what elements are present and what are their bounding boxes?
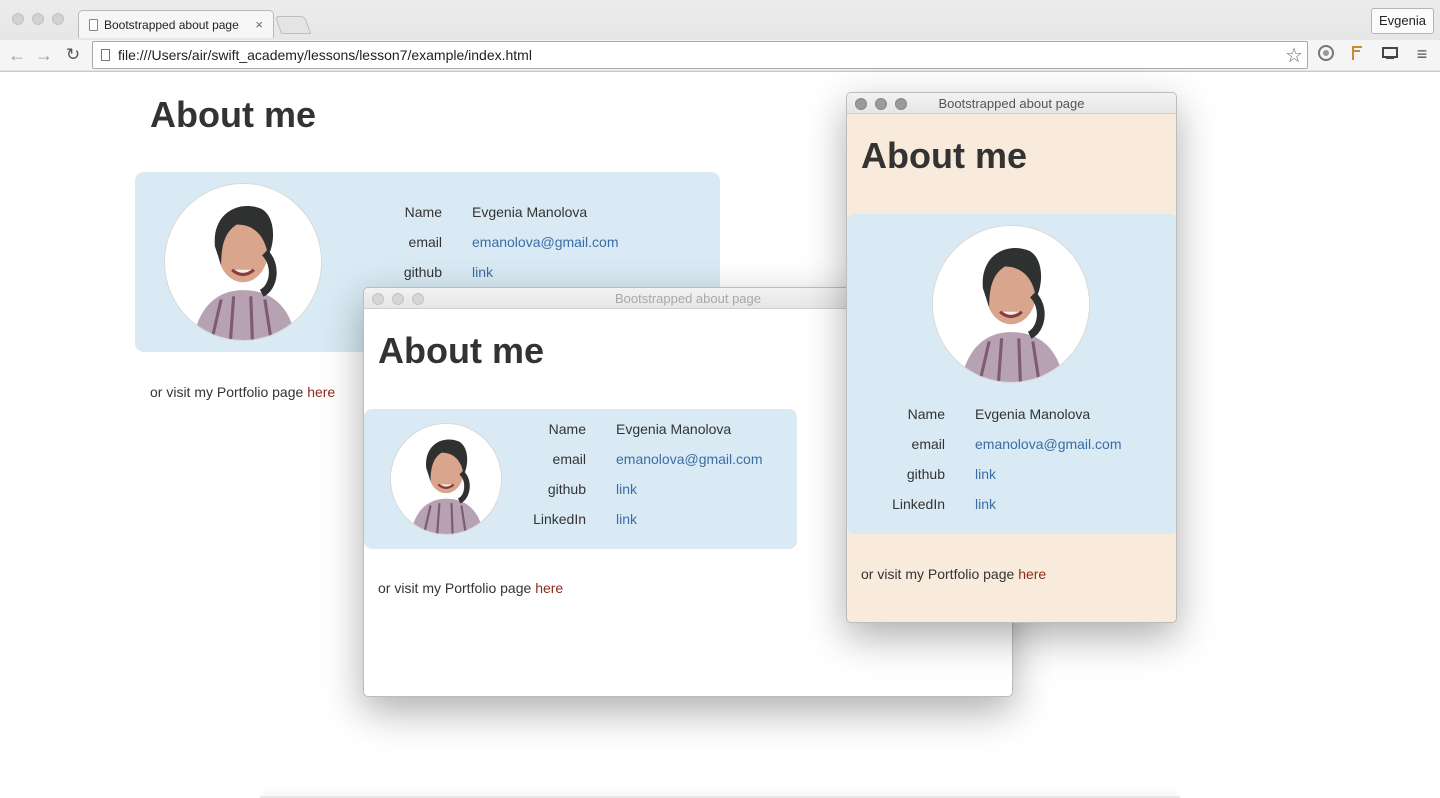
- cast-icon[interactable]: [1380, 44, 1400, 64]
- info-row-email: email emanolova@gmail.com: [887, 429, 1122, 459]
- zoom-window-icon[interactable]: [412, 293, 424, 305]
- info-row-linkedin: LinkedIn link: [887, 489, 1122, 519]
- info-row-github: github link: [524, 474, 763, 504]
- name-label: Name: [404, 204, 442, 220]
- portfolio-text: or visit my Portfolio page: [150, 384, 304, 400]
- name-value: Evgenia Manolova: [616, 421, 732, 437]
- info-row-github: github link: [887, 459, 1122, 489]
- avatar: [390, 423, 502, 535]
- info-row-name: Name Evgenia Manolova: [385, 197, 619, 227]
- close-window-icon[interactable]: [855, 98, 867, 110]
- portfolio-line: or visit my Portfolio page here: [861, 566, 1046, 582]
- email-link[interactable]: emanolova@gmail.com: [975, 436, 1122, 452]
- github-link[interactable]: link: [975, 466, 996, 482]
- portfolio-line: or visit my Portfolio page here: [378, 580, 563, 596]
- toolbar: ← → ↻ file:///Users/air/swift_academy/le…: [0, 40, 1440, 70]
- page-title: About me: [861, 135, 1027, 176]
- tab-about-page[interactable]: Bootstrapped about page ×: [78, 10, 274, 38]
- portfolio-link[interactable]: here: [1018, 566, 1046, 582]
- info-row-email: email emanolova@gmail.com: [385, 227, 619, 257]
- url-text[interactable]: file:///Users/air/swift_academy/lessons/…: [118, 47, 1285, 63]
- minimize-window-icon[interactable]: [875, 98, 887, 110]
- github-label: github: [906, 466, 945, 482]
- linkedin-label: LinkedIn: [892, 496, 945, 512]
- github-label: github: [403, 264, 442, 280]
- profile-button[interactable]: Evgenia: [1371, 8, 1434, 34]
- info-row-name: Name Evgenia Manolova: [887, 399, 1122, 429]
- zoom-window-icon[interactable]: [895, 98, 907, 110]
- reload-icon[interactable]: ↻: [62, 44, 84, 66]
- new-tab-button[interactable]: [274, 16, 312, 34]
- close-window-icon[interactable]: [12, 13, 24, 25]
- profile-card: Name Evgenia Manolova email emanolova@gm…: [364, 409, 797, 549]
- portfolio-text: or visit my Portfolio page: [861, 566, 1015, 582]
- github-label: github: [547, 481, 586, 497]
- extension-flag-icon[interactable]: [1348, 44, 1368, 64]
- page-title: About me: [150, 94, 316, 135]
- back-icon[interactable]: ←: [6, 44, 28, 66]
- portfolio-line: or visit my Portfolio page here: [150, 384, 335, 400]
- linkedin-link[interactable]: link: [975, 496, 996, 512]
- portfolio-link[interactable]: here: [307, 384, 335, 400]
- name-label: Name: [548, 421, 586, 437]
- info-list: Name Evgenia Manolova email emanolova@gm…: [385, 197, 619, 287]
- browser-chrome: Bootstrapped about page × Evgenia ← → ↻ …: [0, 0, 1440, 72]
- page-title: About me: [378, 330, 544, 371]
- avatar: [164, 183, 322, 341]
- name-value: Evgenia Manolova: [472, 204, 588, 220]
- email-label: email: [408, 234, 442, 250]
- profile-card: Name Evgenia Manolova email emanolova@gm…: [847, 214, 1176, 534]
- page-icon: [89, 18, 98, 31]
- info-list: Name Evgenia Manolova email emanolova@gm…: [887, 399, 1122, 519]
- window-controls: [12, 13, 64, 25]
- info-row-github: github link: [385, 257, 619, 287]
- bookmark-star-icon[interactable]: ☆: [1285, 43, 1303, 68]
- minimize-window-icon[interactable]: [392, 293, 404, 305]
- portfolio-text: or visit my Portfolio page: [378, 580, 532, 596]
- extension-circle-icon[interactable]: [1316, 44, 1336, 64]
- portrait-image: [165, 184, 321, 340]
- linkedin-link[interactable]: link: [616, 511, 637, 527]
- popup-window-mobile: Bootstrapped about page About me Name Ev…: [846, 92, 1177, 623]
- email-label: email: [552, 451, 586, 467]
- close-window-icon[interactable]: [372, 293, 384, 305]
- forward-icon[interactable]: →: [33, 44, 55, 66]
- email-link[interactable]: emanolova@gmail.com: [616, 451, 763, 467]
- portfolio-link[interactable]: here: [535, 580, 563, 596]
- tab-title: Bootstrapped about page: [104, 17, 239, 32]
- github-link[interactable]: link: [472, 264, 493, 280]
- window-controls: [855, 98, 907, 110]
- portrait-image: [391, 424, 501, 534]
- file-icon: [101, 49, 110, 61]
- email-link[interactable]: emanolova@gmail.com: [472, 234, 619, 250]
- github-link[interactable]: link: [616, 481, 637, 497]
- address-bar[interactable]: file:///Users/air/swift_academy/lessons/…: [92, 41, 1308, 69]
- name-value: Evgenia Manolova: [975, 406, 1091, 422]
- avatar: [932, 225, 1090, 383]
- window-titlebar[interactable]: Bootstrapped about page: [847, 93, 1176, 114]
- window-controls: [372, 293, 424, 305]
- name-label: Name: [907, 406, 945, 422]
- zoom-window-icon[interactable]: [52, 13, 64, 25]
- close-tab-icon[interactable]: ×: [255, 17, 263, 32]
- portrait-image: [933, 226, 1089, 382]
- menu-icon[interactable]: ≡: [1412, 44, 1432, 64]
- info-row-linkedin: LinkedIn link: [524, 504, 763, 534]
- info-row-name: Name Evgenia Manolova: [524, 414, 763, 444]
- info-row-email: email emanolova@gmail.com: [524, 444, 763, 474]
- email-label: email: [911, 436, 945, 452]
- minimize-window-icon[interactable]: [32, 13, 44, 25]
- info-list: Name Evgenia Manolova email emanolova@gm…: [524, 414, 763, 534]
- linkedin-label: LinkedIn: [533, 511, 586, 527]
